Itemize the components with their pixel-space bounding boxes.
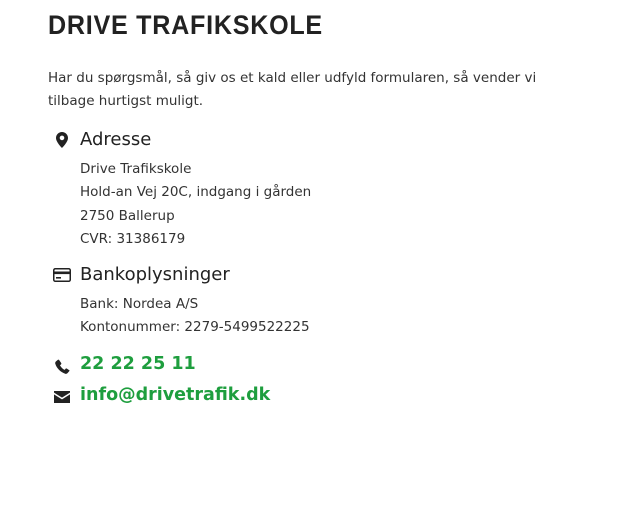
bank-heading: Bankoplysninger (80, 264, 230, 285)
phone-icon (52, 356, 72, 376)
bank-lines: Bank: Nordea A/S Kontonummer: 2279-54995… (80, 293, 310, 340)
credit-card-icon (52, 265, 72, 285)
address-heading: Adresse (80, 129, 152, 150)
address-line: CVR: 31386179 (80, 230, 186, 247)
address-line: 2750 Ballerup (80, 207, 175, 224)
email-row: info@drivetrafik.dk (48, 385, 588, 409)
bank-line: Bank: Nordea A/S (80, 296, 199, 312)
envelope-icon (52, 387, 72, 407)
address-line: Hold-an Vej 20C, indgang i gården (80, 184, 312, 201)
intro-text: Har du spørgsmål, så giv os et kald elle… (48, 70, 537, 109)
bank-line: Kontonummer: 2279-5499522225 (80, 319, 310, 336)
email-link[interactable]: info@drivetrafik.dk (80, 385, 270, 405)
phone-link[interactable]: 22 22 25 11 (80, 354, 196, 374)
phone-row: 22 22 25 11 (48, 354, 588, 378)
map-pin-icon (52, 130, 72, 150)
address-lines: Drive Trafikskole Hold-an Vej 20C, indga… (80, 158, 311, 251)
address-line: Drive Trafikskole (80, 161, 192, 177)
page-title: DRIVE TRAFIKSKOLE (48, 10, 323, 40)
